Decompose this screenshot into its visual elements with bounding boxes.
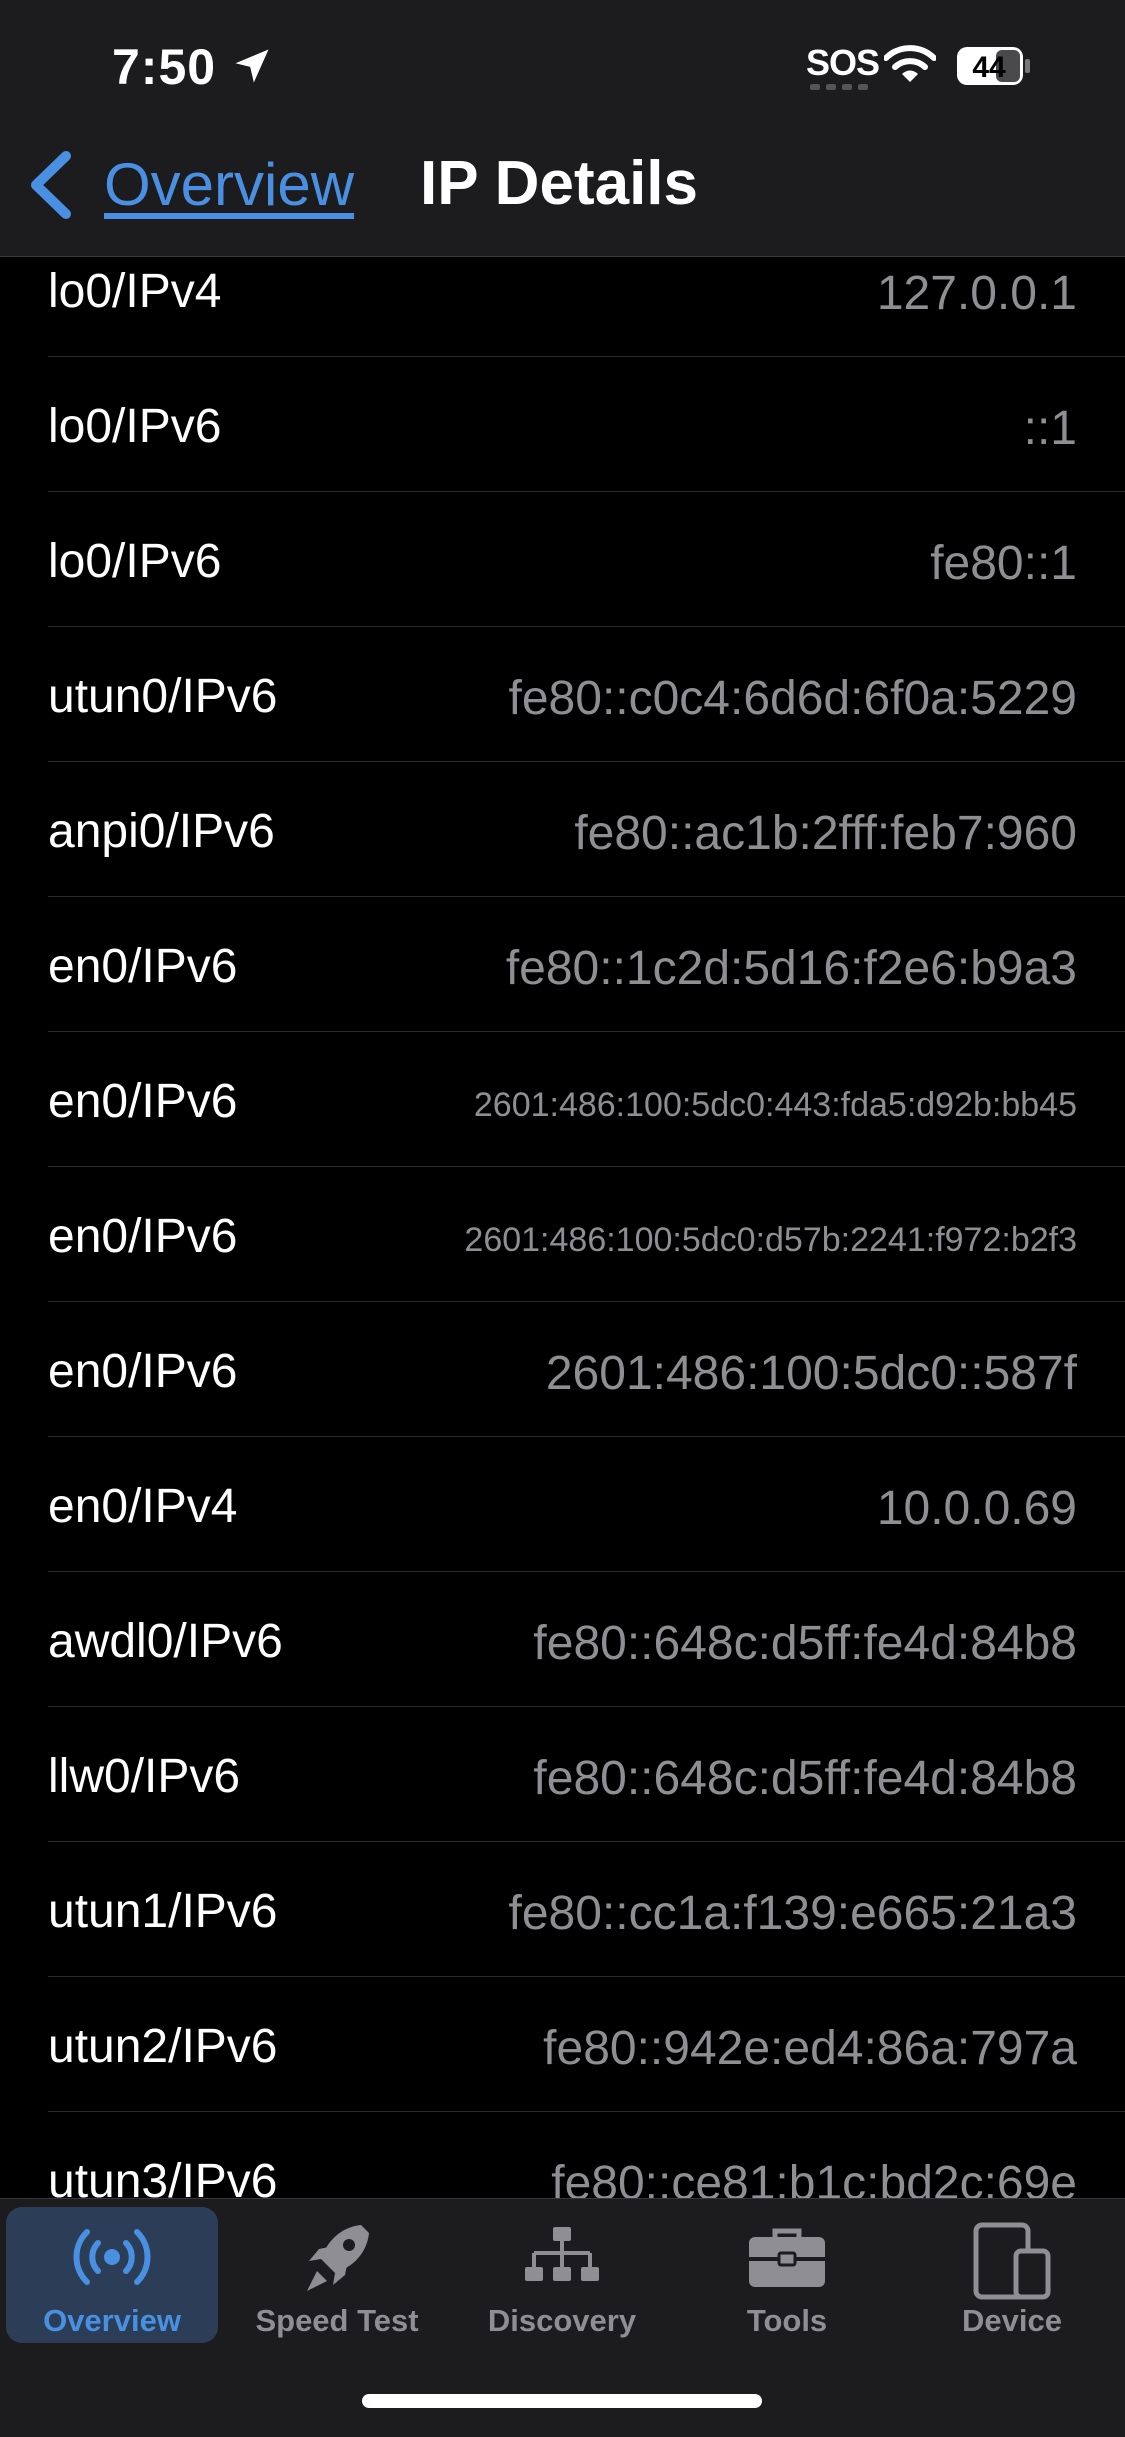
interface-name: en0/IPv6 <box>48 1075 238 1128</box>
battery-level: 44 <box>972 51 1006 84</box>
network-hierarchy-icon <box>525 2227 599 2281</box>
ip-address: 127.0.0.1 <box>876 267 1077 320</box>
interface-name: en0/IPv6 <box>48 940 238 993</box>
list-item[interactable]: llw0/IPv6 fe80::648c:d5ff:fe4d:84b8 <box>48 1707 1125 1842</box>
ip-address: fe80::1c2d:5d16:f2e6:b9a3 <box>505 942 1077 995</box>
navigation-header: 7:50 SOS 44 Overview IP Details <box>0 0 1125 257</box>
chevron-left-icon[interactable] <box>24 150 76 220</box>
sos-indicator: SOS <box>806 42 880 83</box>
ip-address: fe80::cc1a:f139:e665:21a3 <box>508 1887 1077 1940</box>
tab-label: Device <box>962 2303 1062 2338</box>
interface-name: utun1/IPv6 <box>48 1885 278 1938</box>
interface-name: utun0/IPv6 <box>48 670 278 723</box>
tab-label: Overview <box>43 2303 181 2338</box>
tab-label: Speed Test <box>255 2303 419 2338</box>
list-item[interactable]: lo0/IPv6 fe80::1 <box>48 492 1125 627</box>
interface-name: lo0/IPv6 <box>48 535 222 588</box>
ip-address: 2601:486:100:5dc0:443:fda5:d92b:bb45 <box>473 1086 1077 1124</box>
rocket-icon <box>307 2225 369 2291</box>
tab-tools[interactable]: Tools <box>681 2207 893 2343</box>
broadcast-icon <box>73 2229 151 2285</box>
interface-name: awdl0/IPv6 <box>48 1615 283 1668</box>
list-item[interactable]: utun0/IPv6 fe80::c0c4:6d6d:6f0a:5229 <box>48 627 1125 762</box>
tab-device[interactable]: Device <box>906 2207 1118 2343</box>
interface-name: en0/IPv6 <box>48 1345 238 1398</box>
ip-address: fe80::ac1b:2fff:feb7:960 <box>574 807 1077 860</box>
ip-address-list: lo0/IPv4 127.0.0.1 lo0/IPv6::1 lo0/IPv6 fe… <box>0 222 1125 2247</box>
list-item[interactable]: utun1/IPv6 fe80::cc1a:f139:e665:21a3 <box>48 1842 1125 1977</box>
interface-name: en0/IPv4 <box>48 1480 238 1533</box>
tab-discovery[interactable]: Discovery <box>456 2207 668 2343</box>
ip-address: fe80::1 <box>930 537 1077 590</box>
ip-address: 10.0.0.69 <box>876 1482 1077 1535</box>
ip-address: 2601:486:100:5dc0:d57b:2241:f972:b2f3 <box>464 1221 1077 1259</box>
list-item[interactable]: anpi0/IPv6 fe80::ac1b:2fff:feb7:960 <box>48 762 1125 897</box>
signal-dots-icon <box>810 84 868 90</box>
wifi-icon <box>884 45 936 82</box>
list-item[interactable]: en0/IPv6 fe80::1c2d:5d16:f2e6:b9a3 <box>48 897 1125 1032</box>
location-arrow-icon <box>235 49 269 83</box>
home-indicator[interactable] <box>362 2394 762 2408</box>
tab-label: Tools <box>746 2303 828 2338</box>
ip-address: fe80::648c:d5ff:fe4d:84b8 <box>533 1617 1077 1670</box>
page-title: IP Details <box>420 149 699 218</box>
interface-name: en0/IPv6 <box>48 1210 238 1263</box>
tab-overview[interactable]: Overview <box>6 2207 218 2343</box>
ip-address: fe80::c0c4:6d6d:6f0a:5229 <box>508 672 1077 725</box>
toolbox-icon <box>749 2228 825 2287</box>
ip-address: fe80::648c:d5ff:fe4d:84b8 <box>533 1752 1077 1805</box>
list-item[interactable]: lo0/IPv6::1 <box>48 357 1125 492</box>
tab-label: Discovery <box>487 2303 637 2338</box>
interface-name: lo0/IPv4 <box>48 265 222 318</box>
battery-icon: 44 <box>957 47 1030 85</box>
interface-name: utun2/IPv6 <box>48 2020 278 2073</box>
list-item[interactable]: en0/IPv6 2601:486:100:5dc0::587f <box>48 1302 1125 1437</box>
battery-indicator: 44 <box>956 46 1032 86</box>
devices-icon <box>973 2222 1051 2300</box>
back-button[interactable]: Overview <box>104 150 354 219</box>
tab-speed-test[interactable]: Speed Test <box>231 2207 443 2343</box>
list-item[interactable]: en0/IPv6 2601:486:100:5dc0:443:fda5:d92b:… <box>48 1032 1125 1167</box>
list-item[interactable]: en0/IPv6 2601:486:100:5dc0:d57b:2241:f972… <box>48 1167 1125 1302</box>
interface-name: llw0/IPv6 <box>48 1750 241 1803</box>
list-item[interactable]: en0/IPv4 10.0.0.69 <box>48 1437 1125 1572</box>
ip-address: 2601:486:100:5dc0::587f <box>545 1347 1077 1400</box>
interface-name: anpi0/IPv6 <box>48 805 275 858</box>
interface-name: lo0/IPv6 <box>48 400 222 453</box>
ip-address: ::1 <box>1023 402 1077 455</box>
status-time: 7:50 <box>112 39 217 95</box>
list-item[interactable]: utun2/IPv6 fe80::942e:ed4:86a:797a <box>48 1977 1125 2112</box>
ip-address: fe80::942e:ed4:86a:797a <box>543 2022 1077 2075</box>
list-item[interactable]: awdl0/IPv6 fe80::648c:d5ff:fe4d:84b8 <box>48 1572 1125 1707</box>
